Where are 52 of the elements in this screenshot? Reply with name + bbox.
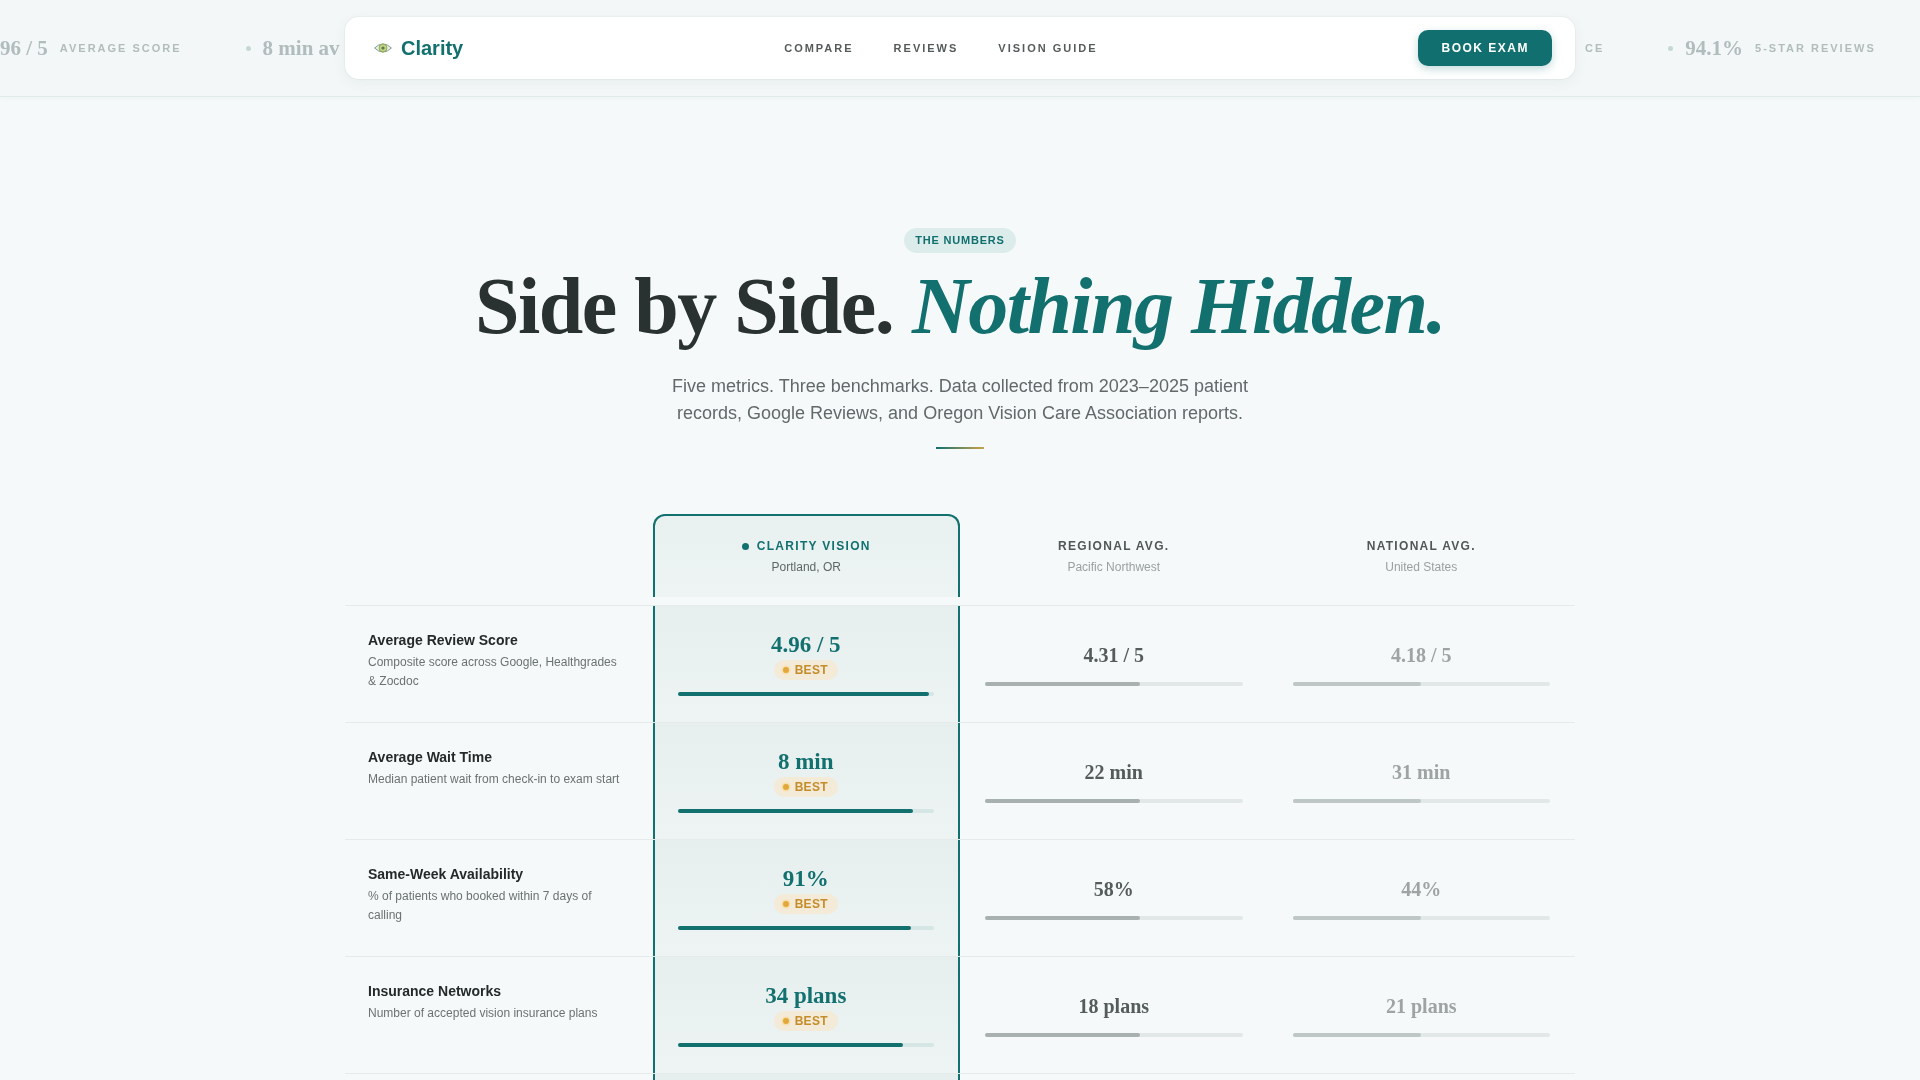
ticker-label: CE — [1585, 42, 1605, 54]
badge-dot-icon — [782, 784, 789, 790]
metric-value: 4.96 / 5 — [770, 632, 841, 658]
metric-name: Insurance Networks — [368, 982, 503, 1000]
metric-value: 31 min — [1392, 760, 1451, 785]
metric-description: Median patient wait from check-in to exam start — [368, 771, 621, 788]
badge-dot-icon — [782, 667, 789, 673]
best-label: BEST — [794, 663, 828, 677]
column-title: NATIONAL AVG. — [1366, 538, 1476, 554]
nav-link[interactable]: COMPARE — [784, 42, 854, 54]
eye-icon — [374, 41, 392, 55]
column-subtitle: United States — [1385, 560, 1458, 574]
column-subtitle: Portland, OR — [771, 560, 841, 574]
metric-description: Number of accepted vision insurance plans — [368, 1005, 599, 1022]
brand-name[interactable]: Clarity — [401, 36, 464, 60]
metric-value: 58% — [1093, 877, 1134, 902]
ticker-label: AVERAGE SCORE — [59, 42, 182, 54]
metric-description: % of patients who booked within 7 days of calling — [368, 888, 593, 924]
ticker-value: 96 / 5 — [0, 35, 48, 61]
metric-value: 91% — [782, 866, 829, 892]
badge-dot-icon — [782, 1018, 789, 1024]
metric-name: Average Review Score — [368, 631, 519, 649]
best-label: BEST — [794, 1014, 828, 1028]
ticker-label: 5-STAR REVIEWS — [1755, 42, 1876, 54]
section-subtitle: Five metrics. Three benchmarks. Data collected from 2023–2025 patient records, Google Reviews, and Oregon Vision Care Association reports. — [671, 375, 1249, 425]
metric-value: 21 plans — [1385, 994, 1457, 1019]
page-heading: Side by Side. Nothing Hidden. — [474, 262, 1446, 350]
separator-dot-icon — [1668, 45, 1674, 51]
badge-dot-icon — [782, 901, 789, 907]
nav-link[interactable]: VISION GUIDE — [998, 42, 1098, 54]
best-label: BEST — [794, 897, 828, 911]
metric-value: 4.31 / 5 — [1083, 643, 1145, 668]
separator-dot-icon — [245, 45, 251, 51]
metric-value: 34 plans — [765, 983, 847, 1009]
status-dot-icon — [741, 542, 749, 550]
metric-value: 44% — [1401, 877, 1442, 902]
metric-value: 4.18 / 5 — [1390, 643, 1452, 668]
metric-value: 8 min — [777, 749, 834, 775]
ticker-value: 8 min av — [262, 35, 340, 61]
metric-name: Same-Week Availability — [368, 865, 525, 883]
best-label: BEST — [794, 780, 828, 794]
ticker-value: 94.1% — [1685, 35, 1744, 61]
column-subtitle: Pacific Northwest — [1067, 560, 1161, 574]
column-title: REGIONAL AVG. — [1058, 538, 1170, 554]
metric-name: Average Wait Time — [368, 748, 493, 766]
book-exam-button[interactable]: BOOK EXAM — [1418, 30, 1552, 66]
metric-value: 18 plans — [1078, 994, 1150, 1019]
section-label-badge: THE NUMBERS — [904, 228, 1016, 253]
column-title: CLARITY VISION — [756, 538, 871, 554]
metric-value: 22 min — [1084, 760, 1143, 785]
metric-description: Composite score across Google, Healthgrades & Zocdoc — [368, 654, 618, 690]
nav-link[interactable]: REVIEWS — [893, 42, 959, 54]
